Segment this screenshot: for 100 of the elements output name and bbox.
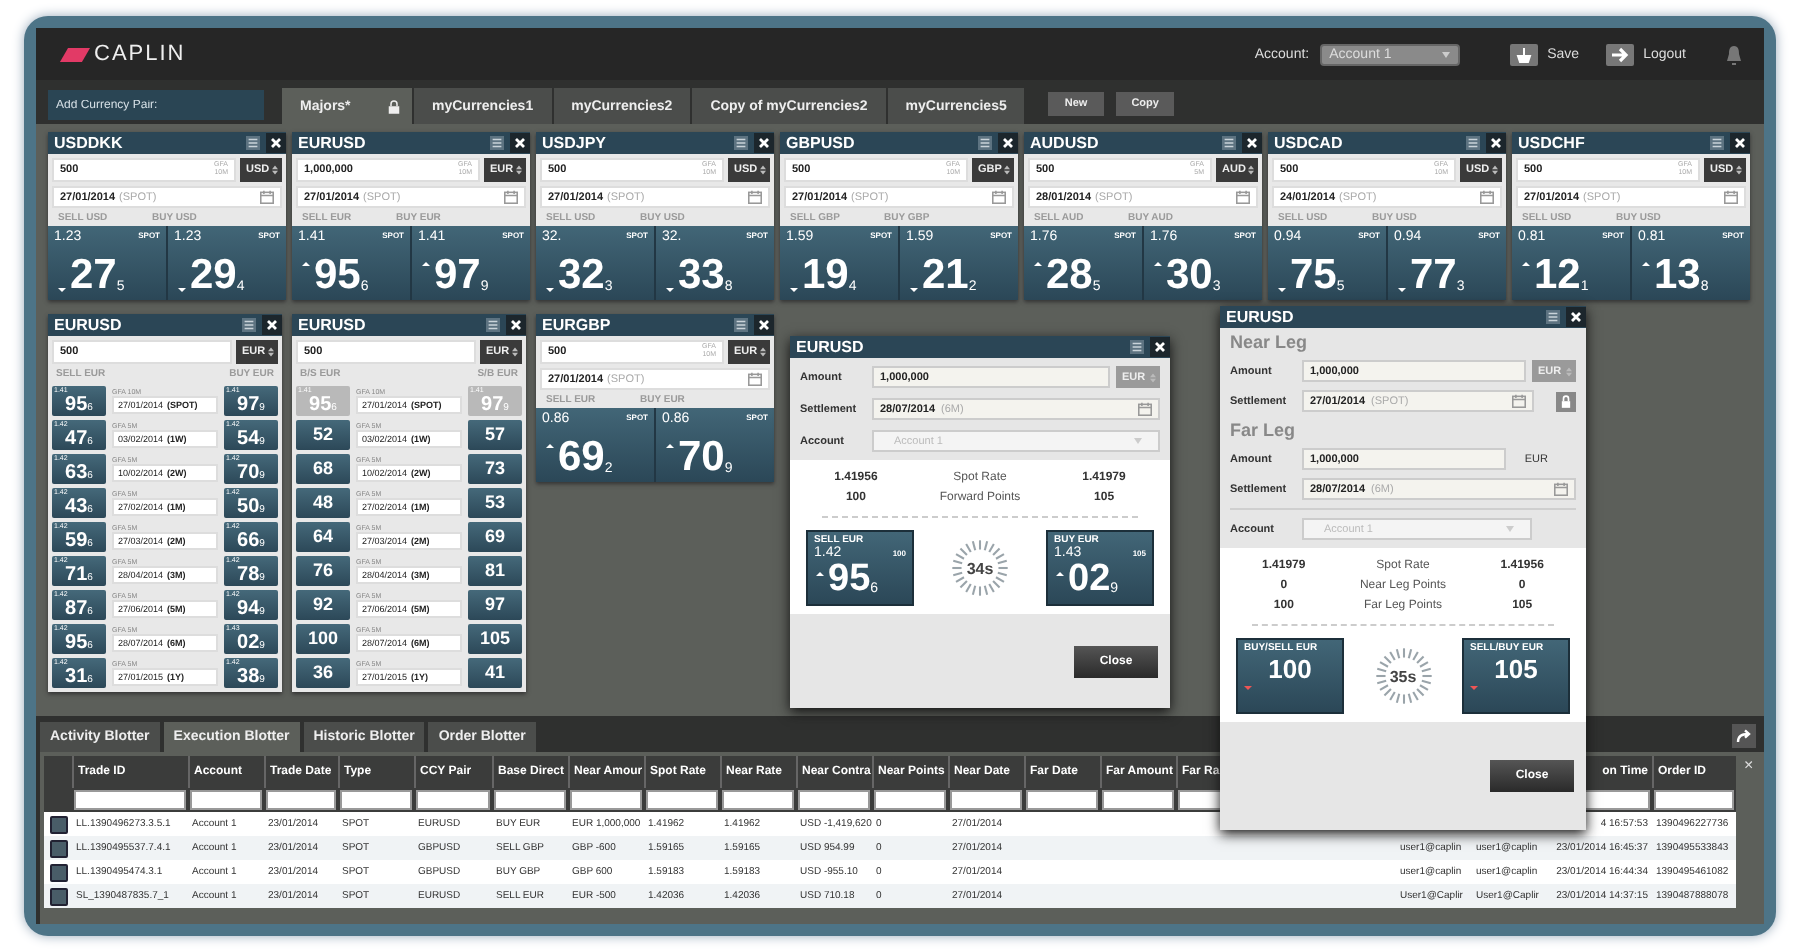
up-down-caret-icon <box>760 164 766 176</box>
close-icon[interactable] <box>1730 132 1750 154</box>
ladder-price-button[interactable]: 92 <box>296 590 350 620</box>
close-icon[interactable] <box>998 132 1018 154</box>
currency-pair-title: USDCHF <box>1518 134 1587 152</box>
up-down-caret-icon <box>760 346 766 358</box>
close-icon[interactable] <box>510 132 530 154</box>
calendar-icon[interactable] <box>1480 190 1494 204</box>
close-icon[interactable] <box>754 314 774 336</box>
filter-field[interactable] <box>494 790 566 810</box>
caret-icon <box>1441 51 1450 57</box>
calendar-icon[interactable] <box>1724 190 1738 204</box>
filter-field[interactable] <box>340 790 412 810</box>
ladder-price-button[interactable]: 68 <box>296 454 350 484</box>
filter-field[interactable] <box>1654 790 1734 810</box>
lock-icon[interactable] <box>1556 391 1576 411</box>
calendar-icon[interactable] <box>992 190 1006 204</box>
up-down-caret-icon <box>512 346 518 358</box>
countdown-timer: 35s <box>1389 667 1417 685</box>
ladder-price-button[interactable]: 69 <box>468 522 522 552</box>
right-arrow-icon[interactable] <box>1605 43 1634 65</box>
menu-icon[interactable] <box>490 136 504 150</box>
filter-field[interactable] <box>950 790 1022 810</box>
caret-icon <box>1506 526 1514 532</box>
ladder-price-button[interactable]: 73 <box>468 454 522 484</box>
ladder-price-button[interactable]: 97 <box>468 590 522 620</box>
calendar-icon[interactable] <box>260 190 274 204</box>
filter-field[interactable] <box>874 790 946 810</box>
close-icon[interactable] <box>1486 132 1506 154</box>
section-title: Near Leg <box>1230 332 1310 352</box>
filter-field[interactable] <box>1102 790 1174 810</box>
ladder-price-button[interactable]: 105 <box>468 624 522 654</box>
filter-field[interactable] <box>74 790 186 810</box>
countdown-timer: 34s <box>966 559 994 577</box>
close-icon[interactable] <box>266 132 286 154</box>
currency-pair-title: EURGBP <box>542 316 613 334</box>
filter-field[interactable] <box>570 790 642 810</box>
currency-pair-title: USDCAD <box>1274 134 1345 152</box>
up-down-caret-icon <box>1004 164 1010 176</box>
filter-field[interactable] <box>798 790 870 810</box>
ladder-price-button[interactable]: 52 <box>296 420 350 450</box>
ladder-price-button[interactable]: 76 <box>296 556 350 586</box>
menu-icon[interactable] <box>1466 136 1480 150</box>
ladder-price-button[interactable]: 53 <box>468 488 522 518</box>
save-icon[interactable] <box>1509 43 1538 65</box>
menu-icon[interactable] <box>1130 340 1144 354</box>
filter-field[interactable] <box>722 790 794 810</box>
ladder-price-button[interactable]: 48 <box>296 488 350 518</box>
calendar-icon[interactable] <box>1554 482 1568 496</box>
menu-icon[interactable] <box>1222 136 1236 150</box>
close-icon[interactable] <box>1150 336 1170 358</box>
currency-pair-title: EURUSD <box>54 316 124 334</box>
menu-icon[interactable] <box>1546 310 1560 324</box>
spinner-icon <box>1373 646 1433 706</box>
calendar-icon[interactable] <box>748 190 762 204</box>
up-down-caret-icon <box>1492 164 1498 176</box>
menu-icon[interactable] <box>734 318 748 332</box>
share-arrow-icon[interactable] <box>1732 724 1756 748</box>
calendar-icon[interactable] <box>1138 402 1152 416</box>
filter-field[interactable] <box>416 790 490 810</box>
calendar-icon[interactable] <box>1512 394 1526 408</box>
calendar-icon[interactable] <box>748 372 762 386</box>
close-icon[interactable] <box>262 314 282 336</box>
up-down-caret-icon <box>1248 164 1254 176</box>
currency-pair-title: USDJPY <box>542 134 609 152</box>
filter-field[interactable] <box>190 790 262 810</box>
bell-icon[interactable] <box>1724 43 1744 65</box>
ladder-price-button[interactable]: 57 <box>468 420 522 450</box>
currency-pair-title: USDDKK <box>54 134 125 152</box>
up-down-caret-icon <box>1736 164 1742 176</box>
close-table-glyph[interactable]: × <box>1744 756 1754 924</box>
ladder-price-button[interactable]: 36 <box>296 658 350 688</box>
ladder-price-button[interactable]: 41 <box>468 658 522 688</box>
calendar-icon[interactable] <box>504 190 518 204</box>
filter-field[interactable] <box>1026 790 1098 810</box>
spinner-icon <box>950 538 1010 598</box>
filter-field[interactable] <box>266 790 336 810</box>
dialog-title: EURUSD <box>1226 308 1296 326</box>
ladder-price-button[interactable]: 81 <box>468 556 522 586</box>
calendar-icon[interactable] <box>1236 190 1250 204</box>
menu-icon[interactable] <box>246 136 260 150</box>
up-down-caret-icon <box>272 164 278 176</box>
currency-pair-title: EURUSD <box>298 134 368 152</box>
currency-pair-title: EURUSD <box>298 316 368 334</box>
up-down-caret-icon <box>268 346 274 358</box>
menu-icon[interactable] <box>242 318 256 332</box>
close-icon[interactable] <box>1242 132 1262 154</box>
menu-icon[interactable] <box>978 136 992 150</box>
filter-field[interactable] <box>646 790 718 810</box>
ladder-price-button[interactable]: 100 <box>296 624 350 654</box>
up-down-caret-icon <box>516 164 522 176</box>
logo-text: CAPLIN <box>94 42 186 66</box>
close-icon[interactable] <box>1566 306 1586 328</box>
close-icon[interactable] <box>506 314 526 336</box>
close-icon[interactable] <box>754 132 774 154</box>
ladder-price-button[interactable]: 64 <box>296 522 350 552</box>
menu-icon[interactable] <box>734 136 748 150</box>
menu-icon[interactable] <box>1710 136 1724 150</box>
caret-icon <box>1134 438 1142 444</box>
menu-icon[interactable] <box>486 318 500 332</box>
